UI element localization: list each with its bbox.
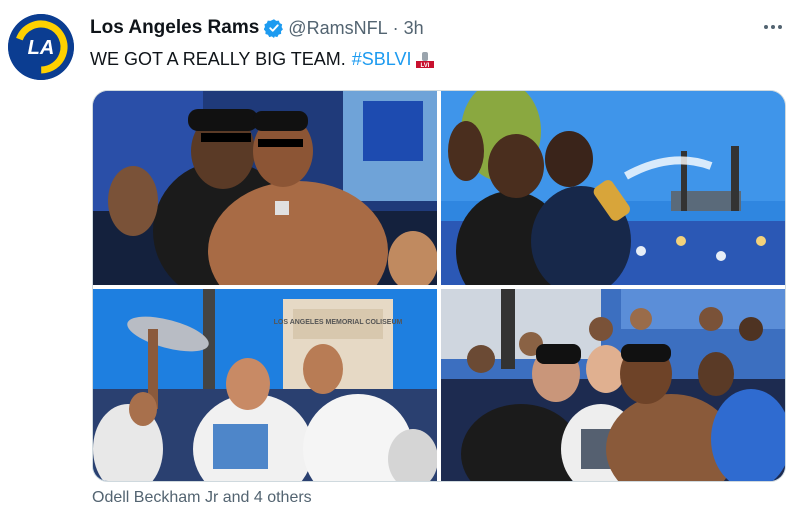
tweet-body: WE GOT A REALLY BIG TEAM. xyxy=(90,49,346,69)
rams-logo-icon: LA xyxy=(8,14,74,80)
avatar[interactable]: LA xyxy=(8,14,74,80)
photo-3[interactable]: LOS ANGELES MEMORIAL COLISEUM xyxy=(93,289,437,481)
timestamp[interactable]: 3h xyxy=(404,18,424,39)
photo-1[interactable] xyxy=(93,91,437,285)
more-options-icon[interactable] xyxy=(762,17,784,37)
photo-1-image xyxy=(93,91,437,285)
tweet-text: WE GOT A REALLY BIG TEAM. #SBLVI LVI xyxy=(90,49,436,70)
handle[interactable]: @RamsNFL xyxy=(288,18,387,39)
photo-3-image: LOS ANGELES MEMORIAL COLISEUM xyxy=(93,289,437,481)
photo-4[interactable] xyxy=(441,289,785,481)
separator-dot: · xyxy=(392,17,399,38)
photo-2[interactable] xyxy=(441,91,785,285)
tagged-people[interactable]: Odell Beckham Jr and 4 others xyxy=(92,489,312,507)
hashtag-link[interactable]: #SBLVI xyxy=(352,49,412,70)
avatar-logo-text: LA xyxy=(28,37,55,59)
photo-2-image xyxy=(441,91,785,285)
verified-badge-icon xyxy=(264,19,284,38)
tweet-header: Los Angeles Rams @RamsNFL · 3h xyxy=(90,17,424,39)
svg-text:LVI: LVI xyxy=(421,63,430,69)
photo-4-image xyxy=(441,289,785,481)
coliseum-sign-text: LOS ANGELES MEMORIAL COLISEUM xyxy=(274,319,403,326)
media-grid: LOS ANGELES MEMORIAL COLISEUM xyxy=(92,90,786,482)
super-bowl-logo-icon: LVI xyxy=(416,51,435,69)
display-name[interactable]: Los Angeles Rams xyxy=(90,17,259,39)
